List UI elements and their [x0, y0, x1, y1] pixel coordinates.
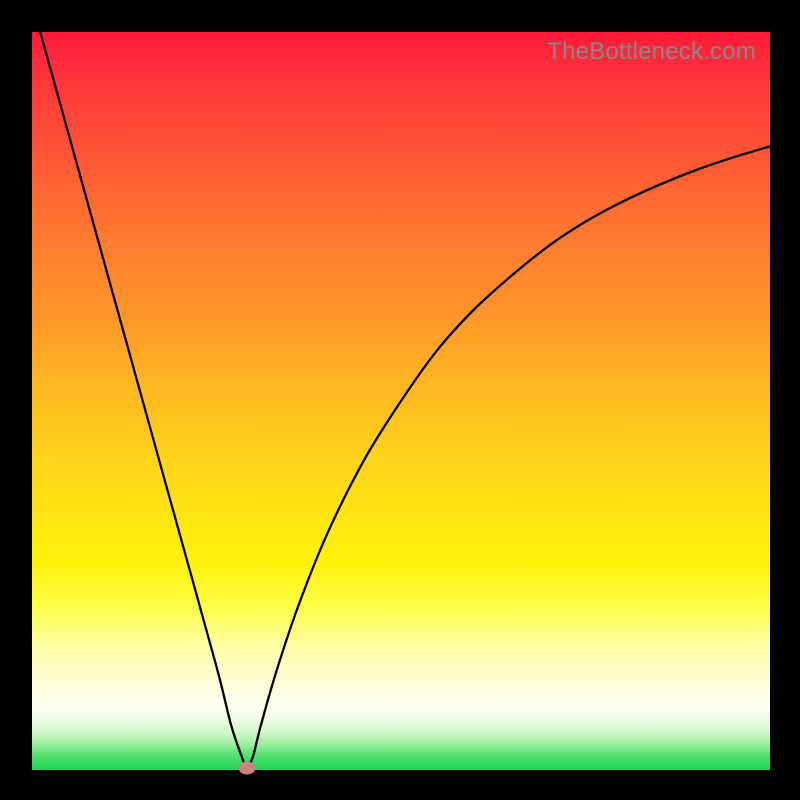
plot-area: TheBottleneck.com	[32, 32, 770, 770]
bottleneck-curve	[32, 32, 770, 770]
optimal-point-marker	[239, 761, 256, 774]
chart-frame: TheBottleneck.com	[0, 0, 800, 800]
